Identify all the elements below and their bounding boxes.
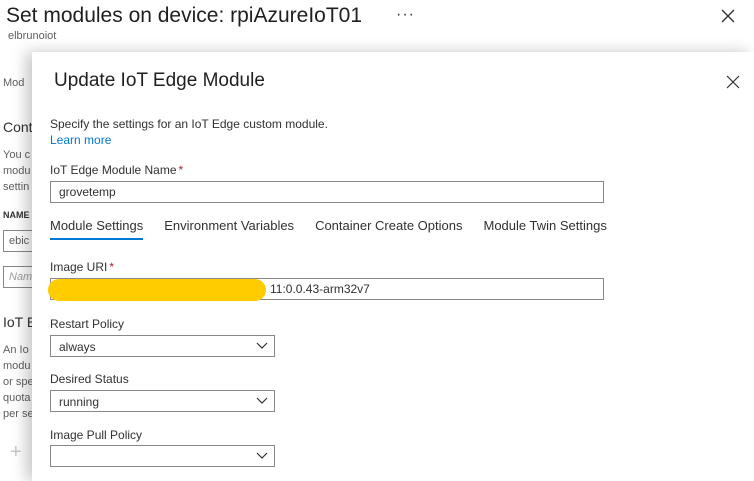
page-title: Set modules on device: rpiAzureIoT01: [6, 4, 363, 27]
flyout-title: Update IoT Edge Module: [54, 70, 265, 91]
flyout-close-icon[interactable]: [726, 75, 740, 89]
add-icon[interactable]: +: [10, 441, 22, 464]
update-module-flyout: Update IoT Edge Module Specify the setti…: [32, 52, 754, 481]
learn-more-link[interactable]: Learn more: [50, 133, 111, 147]
chevron-down-icon: [256, 452, 268, 459]
required-indicator: *: [178, 163, 184, 177]
background-heading-fragment: IoT E: [3, 314, 33, 330]
background-text-fragment: modu: [3, 360, 31, 372]
desired-status-label: Desired Status: [50, 372, 129, 386]
tab-module-settings[interactable]: Module Settings: [50, 218, 144, 240]
background-text-fragment: or spe: [3, 376, 33, 388]
background-text-fragment: An Io: [3, 344, 29, 356]
image-pull-policy-label: Image Pull Policy: [50, 428, 143, 442]
chevron-down-icon: [256, 342, 268, 349]
restart-policy-dropdown[interactable]: always: [50, 335, 275, 357]
background-text-fragment: quota: [3, 392, 31, 404]
background-label-fragment: NAME: [3, 210, 30, 220]
image-uri-label: Image URI *: [50, 260, 115, 274]
redaction-mark: [48, 279, 266, 301]
desired-status-dropdown[interactable]: running: [50, 390, 275, 412]
tab-container-create-options[interactable]: Container Create Options: [315, 218, 462, 240]
image-pull-policy-dropdown[interactable]: [50, 445, 275, 467]
module-name-label: IoT Edge Module Name *: [50, 163, 184, 177]
flyout-description: Specify the settings for an IoT Edge cus…: [50, 117, 328, 131]
tab-environment-variables[interactable]: Environment Variables: [164, 218, 294, 240]
image-uri-value: 11:0.0.43-arm32v7: [270, 282, 370, 296]
background-text-fragment: modu: [3, 165, 31, 177]
page-close-icon[interactable]: [720, 8, 736, 24]
tab-module-twin-settings[interactable]: Module Twin Settings: [483, 218, 606, 240]
module-tabs: Module Settings Environment Variables Co…: [50, 218, 628, 240]
background-text-fragment: per se: [3, 408, 33, 420]
required-indicator: *: [109, 260, 115, 274]
restart-policy-label: Restart Policy: [50, 317, 125, 331]
page-subtitle: elbrunoiot: [8, 30, 57, 42]
restart-policy-value: always: [59, 340, 96, 354]
background-tab-fragment[interactable]: Mod: [3, 77, 33, 89]
module-name-input[interactable]: [50, 181, 604, 203]
background-text-fragment: settin: [3, 181, 30, 193]
chevron-down-icon: [256, 397, 268, 404]
background-heading-fragment: Cont: [3, 119, 33, 135]
background-text-fragment: You c: [3, 149, 31, 161]
desired-status-value: running: [59, 395, 100, 409]
more-options-icon[interactable]: ···: [396, 6, 415, 24]
